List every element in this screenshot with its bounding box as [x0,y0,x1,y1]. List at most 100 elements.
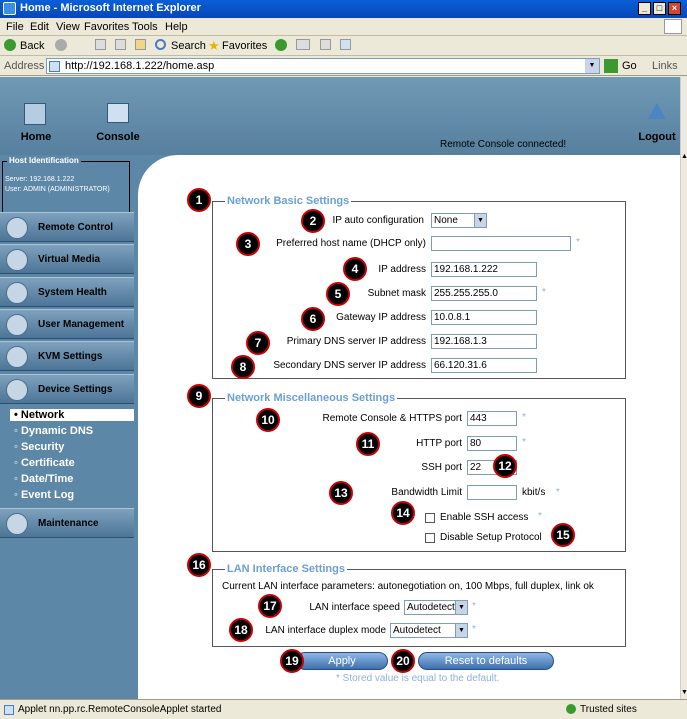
scroll-up-icon[interactable]: ▲ [681,153,687,160]
enable-ssh-checkbox[interactable] [425,513,435,523]
sidebar-subitem-dynamic-dns[interactable]: ◦ Dynamic DNS [14,425,93,437]
http-port-input[interactable]: 80 [467,436,517,451]
go-button[interactable]: Go [622,60,637,72]
home-icon[interactable] [24,103,46,125]
edit-icon[interactable] [340,39,351,50]
print-icon[interactable] [320,39,331,50]
subnet-mask-input[interactable]: 255.255.255.0 [431,286,537,301]
home-icon[interactable] [135,39,146,50]
default-marker: * [538,511,542,522]
apply-button[interactable]: Apply [296,652,388,670]
reset-defaults-button[interactable]: Reset to defaults [418,652,554,670]
gateway-input[interactable]: 10.0.8.1 [431,310,537,325]
default-marker: * [556,487,560,498]
callout-badge: 8 [231,355,255,379]
menu-edit[interactable]: Edit [30,21,49,33]
menu-bar: File Edit View Favorites Tools Help [0,18,687,36]
lan-speed-label: LAN interface speed [309,602,400,613]
home-link[interactable]: Home [14,131,58,143]
links-button[interactable]: Links [652,60,678,72]
sidebar-item-system-health[interactable]: System Health [0,277,134,307]
bandwidth-input[interactable] [467,485,517,500]
maximize-button[interactable]: □ [653,2,666,15]
toolbar: Back Search ★ Favorites [0,36,687,56]
user-management-icon [6,314,28,336]
logout-link[interactable]: Logout [636,131,678,143]
menu-file[interactable]: File [6,21,24,33]
host-user: User: ADMIN (ADMINISTRATOR) [5,186,110,193]
device-settings-icon [6,379,28,401]
sidebar-item-virtual-media[interactable]: Virtual Media [0,244,134,274]
bandwidth-unit: kbit/s [522,487,546,498]
refresh-icon[interactable] [115,39,126,50]
favorites-star-icon[interactable]: ★ [208,38,220,54]
favorites-button[interactable]: Favorites [222,40,267,52]
console-icon[interactable] [107,103,129,123]
callout-badge: 3 [236,232,260,256]
misc-legend: Network Miscellaneous Settings [227,392,396,404]
callout-badge: 12 [493,454,517,478]
address-label: Address [4,60,45,72]
sidebar-item-remote-control[interactable]: Remote Control [0,212,134,242]
logout-icon[interactable] [648,103,666,119]
chevron-down-icon: ▼ [474,214,486,227]
disable-setup-checkbox[interactable] [425,533,435,543]
close-button[interactable]: × [668,2,681,15]
remote-control-icon [6,217,28,239]
secondary-dns-input[interactable]: 66.120.31.6 [431,358,537,373]
callout-badge: 9 [187,384,211,408]
secondary-dns-label: Secondary DNS server IP address [273,360,426,371]
vertical-scrollbar[interactable]: ▲ ▼ [680,77,687,699]
sidebar-item-user-management[interactable]: User Management [0,309,134,339]
forward-arrow-icon[interactable] [55,39,67,51]
menu-view[interactable]: View [56,21,80,33]
console-status: Remote Console connected! [440,139,567,150]
sidebar-item-device-settings[interactable]: Device Settings [0,374,134,404]
scroll-down-icon[interactable]: ▼ [681,689,687,696]
sidebar-subitem-certificate[interactable]: ◦ Certificate [14,457,75,469]
lan-speed-select[interactable]: Autodetect ▼ [404,600,468,615]
media-icon[interactable] [275,39,287,51]
go-arrow-icon[interactable] [604,59,618,73]
sidebar-subitem-network[interactable]: • Network [10,409,134,421]
ip-auto-label: IP auto configuration [332,215,424,226]
back-button[interactable]: Back [20,40,44,52]
status-bar: Applet nn.pp.rc.RemoteConsoleApplet star… [0,699,687,719]
callout-badge: 2 [301,209,325,233]
primary-dns-input[interactable]: 192.168.1.3 [431,334,537,349]
callout-badge: 17 [258,594,282,618]
callout-badge: 6 [301,307,325,331]
callout-badge: 11 [356,432,380,456]
sidebar-item-kvm-settings[interactable]: KVM Settings [0,341,134,371]
sidebar-subitem-event-log[interactable]: ◦ Event Log [14,489,74,501]
stop-icon[interactable] [95,39,106,50]
host-identification: Host Identification Server: 192.168.1.22… [2,156,130,213]
lan-duplex-select[interactable]: Autodetect ▼ [390,623,468,638]
minimize-button[interactable]: _ [638,2,651,15]
sidebar-item-maintenance[interactable]: Maintenance [0,508,134,538]
rc-port-label: Remote Console & HTTPS port [322,413,463,424]
kvm-settings-icon [6,346,28,368]
back-arrow-icon[interactable] [4,39,16,51]
address-dropdown-icon[interactable]: ▼ [585,59,599,73]
sidebar-subitem-security[interactable]: ◦ Security [14,441,64,453]
menu-help[interactable]: Help [165,21,188,33]
mail-icon[interactable] [296,39,310,50]
address-url: http://192.168.1.222/home.asp [65,60,215,72]
default-note: * Stored value is equal to the default. [336,673,500,684]
address-input[interactable]: http://192.168.1.222/home.asp ▼ [46,58,600,74]
hostname-input[interactable] [431,236,571,251]
system-health-icon [6,282,28,304]
rc-port-input[interactable]: 443 [467,411,517,426]
console-link[interactable]: Console [92,131,144,143]
basic-legend: Network Basic Settings [227,195,350,207]
menu-tools[interactable]: Tools [132,21,158,33]
ip-address-input[interactable]: 192.168.1.222 [431,262,537,277]
search-icon[interactable] [155,39,166,50]
menu-favorites[interactable]: Favorites [84,21,129,33]
callout-badge: 10 [256,408,280,432]
ip-auto-select[interactable]: None ▼ [431,213,487,228]
sidebar-subitem-date-time[interactable]: ◦ Date/Time [14,473,73,485]
address-bar: Address http://192.168.1.222/home.asp ▼ … [0,56,687,76]
search-button[interactable]: Search [171,40,206,52]
